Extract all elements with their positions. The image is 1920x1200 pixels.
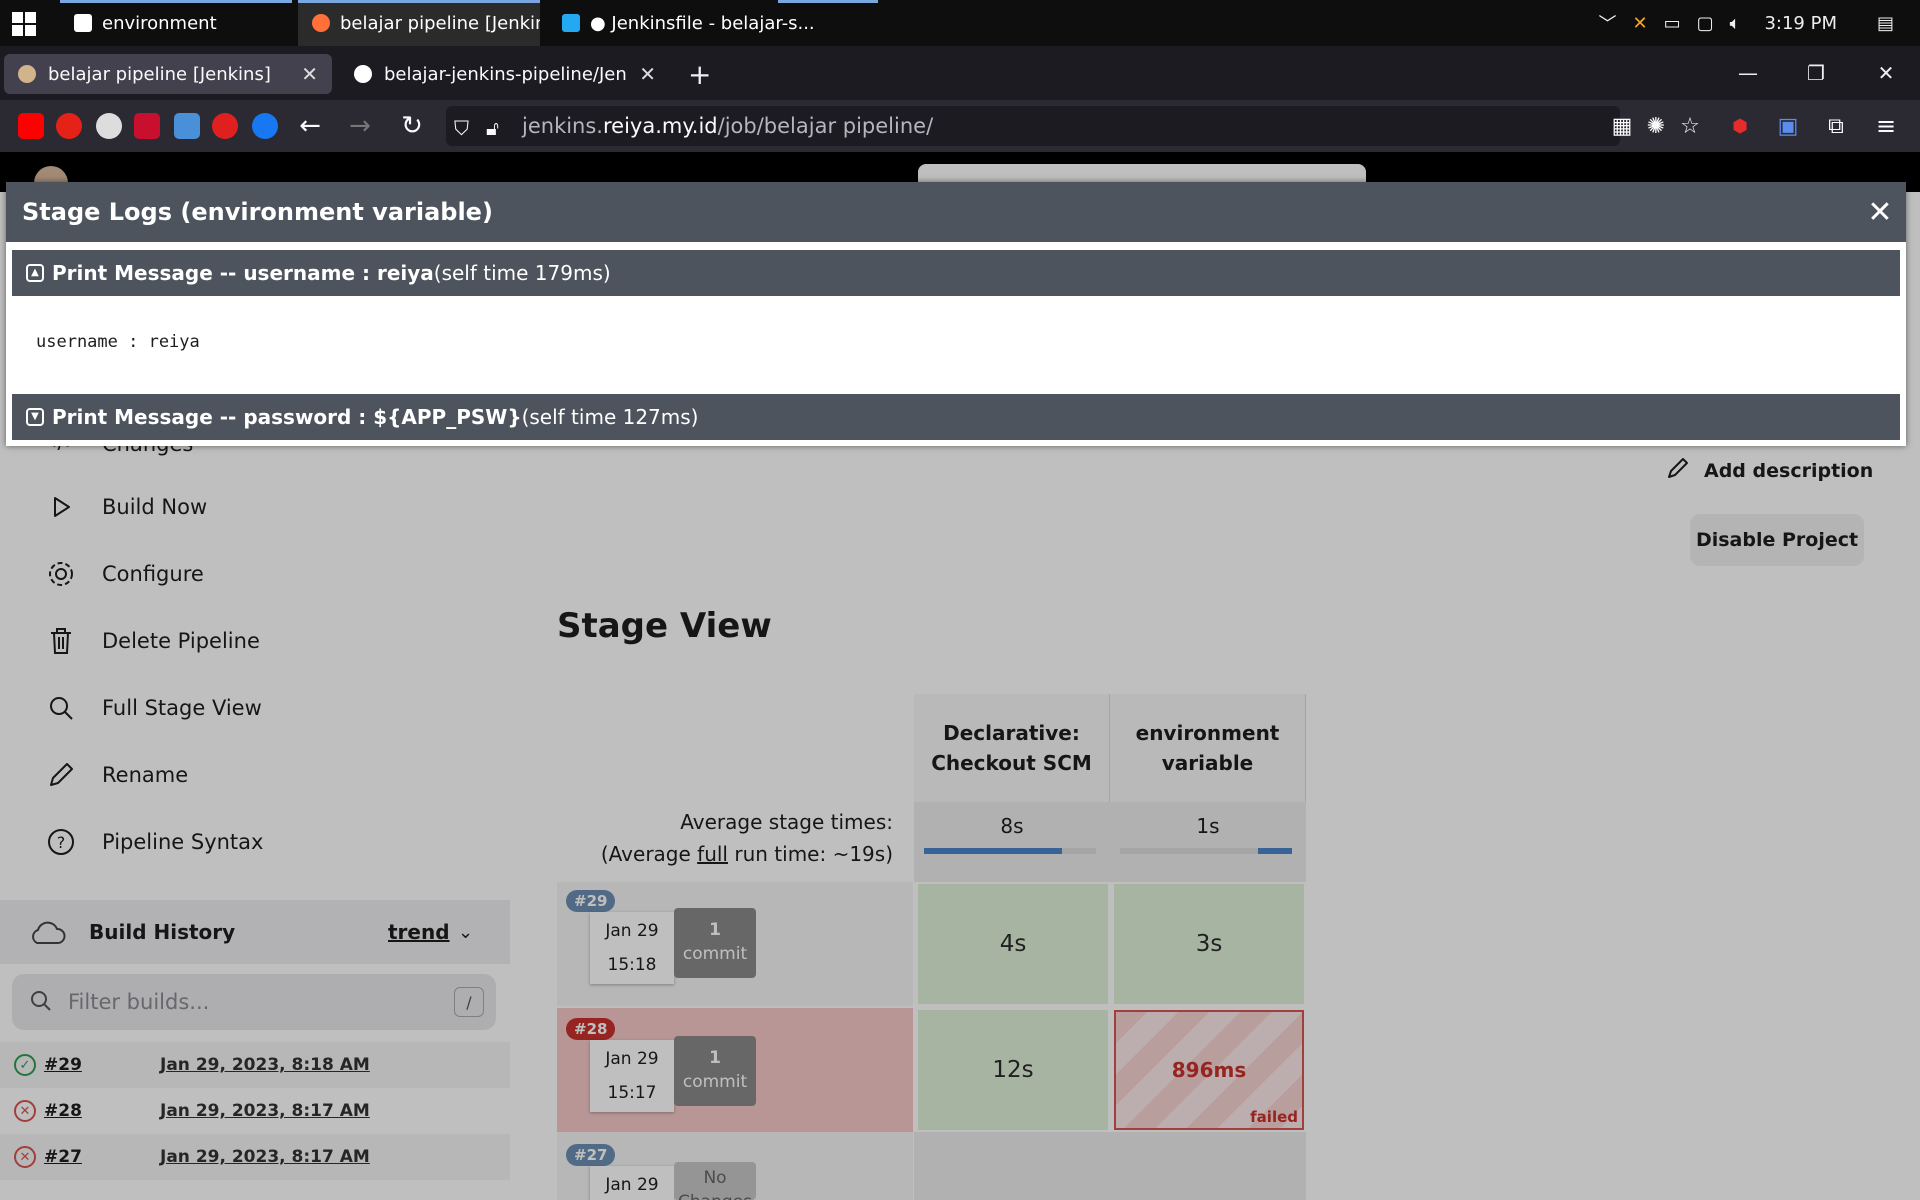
collapse-icon[interactable]: ▲: [26, 264, 44, 282]
youtube-bookmark-icon[interactable]: [18, 113, 44, 139]
jenkins-favicon-icon: [18, 65, 36, 83]
windows-start-icon[interactable]: [12, 12, 36, 36]
clock[interactable]: 3:19 PM: [1764, 13, 1837, 34]
github-favicon-icon: [354, 65, 372, 83]
puzzle-extensions-icon[interactable]: ⧉: [1820, 110, 1852, 142]
notifications-icon[interactable]: ▤: [1877, 13, 1894, 34]
url-bar[interactable]: jenkins. reiya.my.id/job/belajar pipeline…: [446, 106, 1620, 146]
quora-bookmark-icon[interactable]: [212, 113, 238, 139]
modal-title: Stage Logs (environment variable): [22, 198, 493, 226]
stage-logs-modal: Stage Logs (environment variable) ✕ ▲ Pr…: [6, 182, 1906, 446]
chevron-up-icon[interactable]: ﹀: [1599, 10, 1617, 36]
close-window-button[interactable]: ✕: [1852, 46, 1920, 100]
forward-icon[interactable]: →: [344, 110, 376, 142]
tab-github[interactable]: belajar-jenkins-pipeline/Jenkinsfile ✕: [340, 54, 670, 94]
youtube-music-bookmark-icon[interactable]: [56, 113, 82, 139]
extensions-grid-icon[interactable]: ▦: [1606, 110, 1638, 142]
github-bookmark-icon[interactable]: [96, 113, 122, 139]
back-icon[interactable]: ←: [294, 110, 326, 142]
cloudflare-bookmark-icon[interactable]: [174, 113, 200, 139]
display-icon[interactable]: ▢: [1697, 13, 1714, 34]
system-tray: ﹀ ✕ ▭ ▢ 🔈︎ 3:19 PM ▤: [1599, 0, 1920, 46]
network-sync-icon[interactable]: ✕: [1633, 13, 1648, 34]
windows-taskbar: environment belajar pipeline [Jenkin... …: [0, 0, 1920, 46]
new-tab-button[interactable]: +: [688, 58, 711, 91]
extension-icon[interactable]: ✺: [1640, 110, 1672, 142]
taskbar-item-vscode[interactable]: ● Jenkinsfile - belajar-s...: [548, 0, 878, 46]
restore-button[interactable]: ❐: [1782, 46, 1850, 100]
browser-nav-bar: ← → ↻ jenkins. reiya.my.id/job/belajar pi…: [0, 100, 1920, 152]
browser-tab-strip: belajar pipeline [Jenkins] ✕ belajar-jen…: [0, 46, 1920, 100]
close-icon[interactable]: ✕: [1864, 195, 1896, 230]
log-step-header[interactable]: ▲ Print Message -- username : reiya (sel…: [12, 250, 1900, 296]
close-tab-icon[interactable]: ✕: [639, 62, 656, 86]
reload-icon[interactable]: ↻: [396, 110, 428, 142]
bookmark-star-icon[interactable]: ☆: [1674, 110, 1706, 142]
ublock-icon[interactable]: ⬢: [1724, 110, 1756, 142]
minimize-button[interactable]: —: [1714, 46, 1782, 100]
log-step-header[interactable]: ▼ Print Message -- password : ${APP_PSW}…: [12, 394, 1900, 440]
volume-icon[interactable]: 🔈︎: [1730, 13, 1741, 34]
taskbar-item-firefox[interactable]: belajar pipeline [Jenkin...: [298, 0, 540, 46]
facebook-bookmark-icon[interactable]: [252, 113, 278, 139]
log-output: username : reiya: [36, 332, 200, 352]
menu-icon[interactable]: ≡: [1870, 110, 1902, 142]
close-tab-icon[interactable]: ✕: [301, 62, 318, 86]
firefox-icon: [312, 14, 330, 32]
notion-icon: [74, 14, 92, 32]
tab-jenkins[interactable]: belajar pipeline [Jenkins] ✕: [4, 54, 332, 94]
battery-icon[interactable]: ▭: [1664, 13, 1681, 34]
vscode-icon: [562, 14, 580, 32]
tracking-shield-icon[interactable]: ⛉: [454, 116, 469, 140]
insecure-lock-icon[interactable]: 🔓︎: [486, 116, 499, 140]
modal-header: Stage Logs (environment variable) ✕: [6, 182, 1906, 242]
taskbar-item-notion[interactable]: environment: [60, 0, 292, 46]
bookmark-icon[interactable]: [134, 113, 160, 139]
expand-icon[interactable]: ▼: [26, 408, 44, 426]
bitwarden-icon[interactable]: ▣: [1772, 110, 1804, 142]
